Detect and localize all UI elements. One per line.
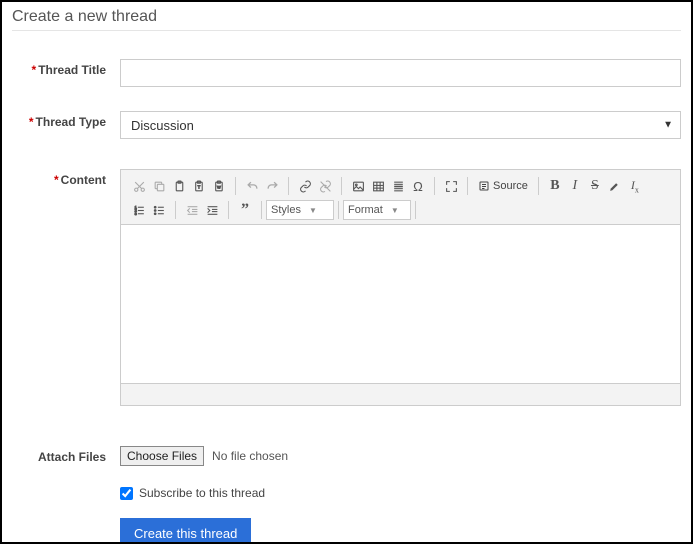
chevron-down-icon: ▼ (391, 206, 399, 215)
submit-row: Create this thread (120, 518, 681, 544)
label-content: *Content (12, 169, 120, 187)
editor-footer (121, 383, 680, 405)
svg-text:W: W (217, 185, 221, 189)
highlight-icon[interactable] (605, 176, 625, 196)
editor-textarea[interactable] (121, 225, 680, 383)
unlink-icon[interactable] (315, 176, 335, 196)
link-icon[interactable] (295, 176, 315, 196)
row-thread-title: *Thread Title (12, 59, 681, 87)
subscribe-checkbox[interactable] (120, 487, 133, 500)
table-icon[interactable] (368, 176, 388, 196)
indent-icon[interactable] (202, 200, 222, 220)
blockquote-icon[interactable]: ” (235, 200, 255, 220)
outdent-icon[interactable] (182, 200, 202, 220)
thread-type-select[interactable]: Discussion (120, 111, 681, 139)
choose-files-button[interactable]: Choose Files (120, 446, 204, 466)
cut-icon[interactable] (129, 176, 149, 196)
redo-icon[interactable] (262, 176, 282, 196)
special-char-icon[interactable]: Ω (408, 176, 428, 196)
toolbar-row-1: T W (125, 174, 676, 198)
svg-text:3: 3 (134, 211, 136, 215)
editor-toolbar: T W (121, 170, 680, 225)
subscribe-row: Subscribe to this thread (120, 486, 681, 500)
thread-type-selected: Discussion (131, 118, 194, 133)
remove-format-icon[interactable]: Ix (625, 176, 645, 196)
create-thread-form: Create a new thread *Thread Title *Threa… (0, 0, 693, 544)
svg-text:T: T (197, 184, 200, 189)
create-thread-button[interactable]: Create this thread (120, 518, 251, 544)
rich-text-editor: T W (120, 169, 681, 406)
chevron-down-icon: ▼ (309, 206, 317, 215)
label-thread-title: *Thread Title (12, 59, 120, 77)
required-asterisk: * (29, 115, 34, 129)
file-status-text: No file chosen (212, 449, 288, 463)
undo-icon[interactable] (242, 176, 262, 196)
required-asterisk: * (54, 173, 59, 187)
numbered-list-icon[interactable]: 123 (129, 200, 149, 220)
styles-dropdown[interactable]: Styles ▼ (266, 200, 334, 220)
copy-icon[interactable] (149, 176, 169, 196)
label-attach-files: Attach Files (12, 446, 120, 464)
row-attach-files: Attach Files Choose Files No file chosen (12, 446, 681, 466)
row-content: *Content (12, 169, 681, 406)
bullet-list-icon[interactable] (149, 200, 169, 220)
source-button[interactable]: Source (474, 176, 532, 196)
paste-word-icon[interactable]: W (209, 176, 229, 196)
maximize-icon[interactable] (441, 176, 461, 196)
page-title: Create a new thread (12, 6, 681, 31)
toolbar-row-2: 123 (125, 198, 676, 222)
required-asterisk: * (32, 63, 37, 77)
image-icon[interactable] (348, 176, 368, 196)
label-thread-type: *Thread Type (12, 111, 120, 129)
format-dropdown[interactable]: Format ▼ (343, 200, 411, 220)
row-thread-type: *Thread Type Discussion ▼ (12, 111, 681, 139)
paste-text-icon[interactable]: T (189, 176, 209, 196)
bold-button[interactable]: B (545, 176, 565, 196)
paste-icon[interactable] (169, 176, 189, 196)
strikethrough-button[interactable]: S (585, 176, 605, 196)
subscribe-label: Subscribe to this thread (139, 486, 265, 500)
thread-title-input[interactable] (120, 59, 681, 87)
italic-button[interactable]: I (565, 176, 585, 196)
horizontal-rule-icon[interactable] (388, 176, 408, 196)
